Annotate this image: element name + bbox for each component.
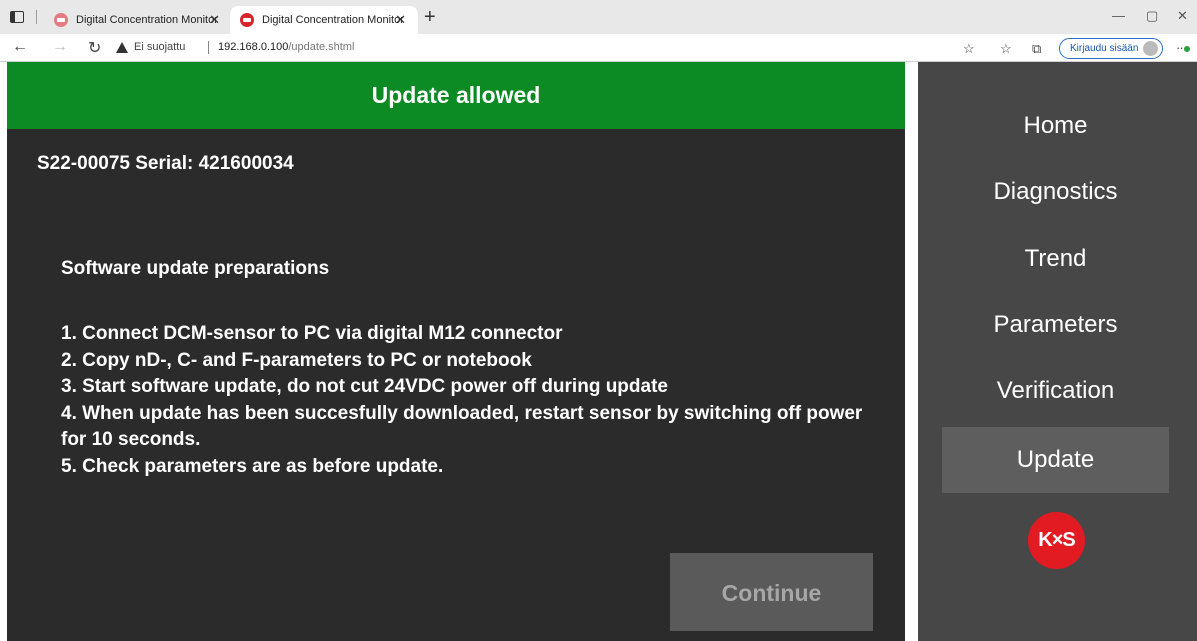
browser-tab-bar: Digital Concentration Monitor ✕ Digital …	[0, 0, 1197, 34]
nav-item-trend[interactable]: Trend	[942, 226, 1169, 292]
url-field[interactable]: 192.168.0.100/update.shtml	[218, 41, 354, 53]
tab-separator	[36, 10, 37, 24]
more-options-icon[interactable]: ··	[1176, 40, 1190, 55]
page-content: Update allowed S22-00075 Serial: 4216000…	[0, 62, 1197, 641]
favorites-icon[interactable]: ☆	[1000, 41, 1012, 57]
tab-title: Digital Concentration Monitor	[76, 14, 218, 26]
add-favorite-icon[interactable]: ☆	[963, 41, 975, 57]
new-tab-icon[interactable]: +	[424, 7, 436, 27]
url-host: 192.168.0.100	[218, 41, 289, 53]
restore-icon[interactable]: ▢	[1146, 8, 1158, 24]
instruction-step: 5. Check parameters are as before update…	[61, 455, 444, 477]
tab-title: Digital Concentration Monitor	[262, 14, 404, 26]
collections-icon[interactable]: ⧉	[1032, 41, 1041, 57]
signin-label: Kirjaudu sisään	[1070, 43, 1139, 54]
sidebar-nav: Home Diagnostics Trend Parameters Verifi…	[918, 62, 1197, 641]
minimize-icon[interactable]: —	[1112, 8, 1125, 23]
url-path: /update.shtml	[288, 41, 355, 53]
warning-icon[interactable]	[116, 42, 128, 53]
instructions-title: Software update preparations	[61, 258, 330, 279]
security-label[interactable]: Ei suojattu	[134, 41, 185, 53]
kxs-favicon-icon	[54, 13, 68, 27]
nav-item-verification[interactable]: Verification	[942, 358, 1169, 424]
address-bar: ← → ↻ Ei suojattu 192.168.0.100/update.s…	[0, 34, 1197, 62]
close-tab-icon[interactable]: ✕	[209, 12, 220, 28]
reload-icon[interactable]: ↻	[88, 38, 101, 58]
continue-button[interactable]: Continue	[670, 553, 873, 631]
kxs-favicon-icon	[240, 13, 254, 27]
back-icon[interactable]: ←	[12, 38, 28, 56]
device-serial: S22-00075 Serial: 421600034	[37, 153, 294, 174]
main-panel: Update allowed S22-00075 Serial: 4216000…	[7, 62, 905, 641]
close-window-icon[interactable]: ✕	[1177, 8, 1188, 24]
browser-tab-2[interactable]: Digital Concentration Monitor ✕	[230, 6, 418, 34]
update-status-banner: Update allowed	[7, 62, 905, 129]
instruction-step: 4. When update has been succesfully down…	[61, 402, 863, 451]
forward-icon[interactable]: →	[52, 38, 68, 56]
signin-button[interactable]: Kirjaudu sisään	[1059, 38, 1163, 59]
nav-item-home[interactable]: Home	[942, 93, 1169, 159]
tab-actions-icon[interactable]	[10, 11, 24, 23]
instruction-step: 1. Connect DCM-sensor to PC via digital …	[61, 323, 563, 344]
nav-item-parameters[interactable]: Parameters	[942, 292, 1169, 358]
instruction-steps: 1. Connect DCM-sensor to PC via digital …	[61, 321, 891, 480]
kxs-logo: K×S	[1028, 512, 1085, 569]
close-tab-icon[interactable]: ✕	[395, 12, 406, 28]
nav-item-diagnostics[interactable]: Diagnostics	[942, 159, 1169, 225]
nav-item-update[interactable]: Update	[942, 427, 1169, 493]
address-separator	[208, 41, 209, 54]
profile-avatar-icon	[1143, 41, 1158, 56]
instruction-step: 2. Copy nD-, C- and F-parameters to PC o…	[61, 349, 532, 371]
instruction-step: 3. Start software update, do not cut 24V…	[61, 376, 668, 397]
browser-tab-1[interactable]: Digital Concentration Monitor ✕	[44, 6, 232, 34]
